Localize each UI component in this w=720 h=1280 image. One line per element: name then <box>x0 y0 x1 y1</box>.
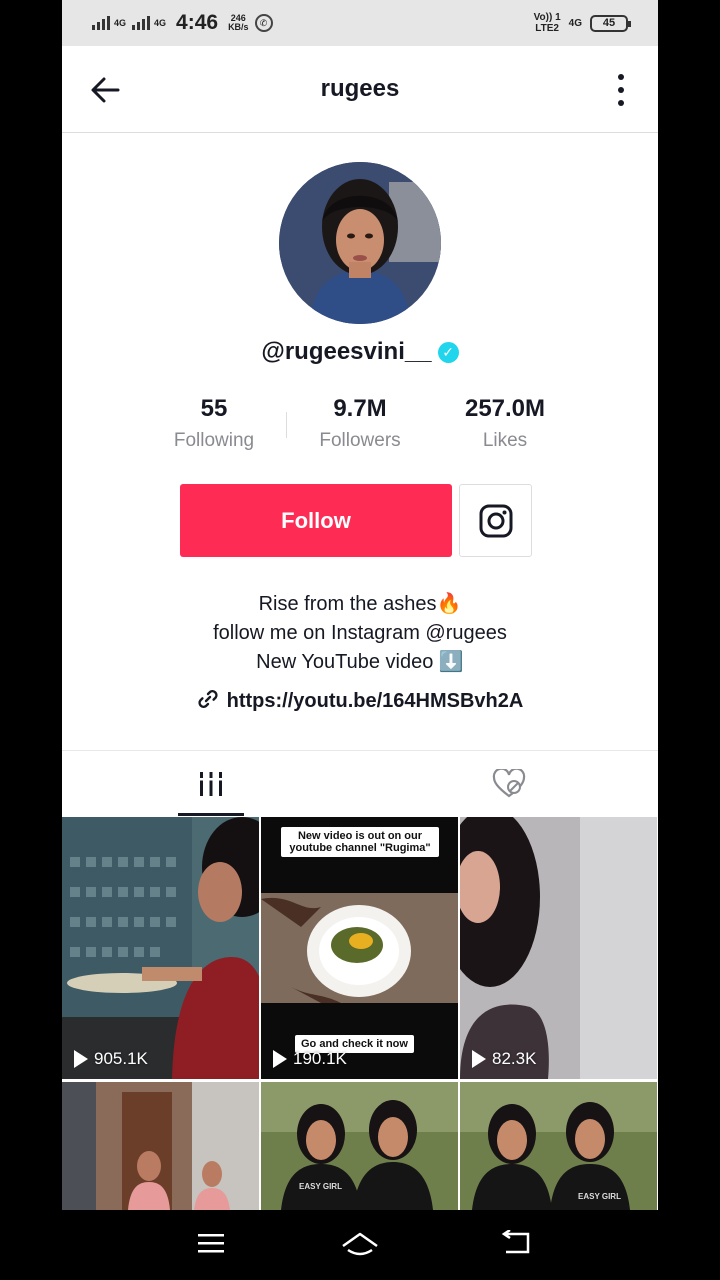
username-text: @rugeesvini__ <box>261 338 432 365</box>
battery-icon: 45 <box>590 14 631 32</box>
view-count-text: 190.1K <box>293 1049 347 1068</box>
video-thumbnail[interactable]: EASY GIRL <box>460 1082 657 1210</box>
menu-icon[interactable] <box>196 1230 236 1260</box>
profile-tabs <box>62 750 658 816</box>
profile-stats: 55 Following 9.7M Followers 257.0M Likes <box>62 392 658 462</box>
likes-count: 257.0M <box>464 395 546 422</box>
video-thumbnail[interactable]: 905.1K <box>62 817 259 1079</box>
shirt-print: EASY GIRL <box>299 1182 342 1191</box>
volte-indicator: Vo)) 1 LTE2 <box>534 12 561 34</box>
view-count: 82.3K <box>472 1049 536 1069</box>
tab-liked[interactable] <box>360 751 658 817</box>
speed-unit: KB/s <box>228 22 249 32</box>
network-speed: 246 KB/s <box>228 14 249 32</box>
instagram-button[interactable] <box>459 484 532 557</box>
link-text: https://youtu.be/164HMSBvh2A <box>226 690 524 712</box>
video-thumbnail[interactable]: EASY GIRL <box>261 1082 458 1210</box>
page-title: rugees <box>320 75 400 102</box>
follow-button[interactable]: Follow <box>180 484 452 557</box>
status-left: 4G 4G 4:46 246 KB/s ✆ <box>92 11 273 35</box>
following-count: 55 <box>200 395 228 422</box>
view-count: 190.1K <box>273 1049 347 1069</box>
following-label: Following <box>173 430 255 451</box>
signal-icon-2 <box>132 16 151 30</box>
back-nav-icon[interactable] <box>500 1228 540 1260</box>
video-caption-top: New video is out on our youtube channel … <box>281 827 439 857</box>
whatsapp-icon: ✆ <box>254 14 273 32</box>
clock: 4:46 <box>176 11 219 34</box>
view-count-text: 82.3K <box>492 1049 537 1068</box>
avatar[interactable] <box>279 162 441 324</box>
play-icon <box>74 1050 88 1068</box>
lte-label: LTE2 <box>535 23 559 34</box>
bio-line-2: follow me on Instagram @rugees <box>213 622 507 644</box>
profile-header: rugees <box>62 46 658 133</box>
bio-line-1: Rise from the ashes🔥 <box>258 593 462 615</box>
instagram-icon <box>479 504 512 537</box>
network-type-3: 4G <box>568 17 582 29</box>
videos-grid-icon <box>198 772 224 796</box>
verified-badge-icon: ✓ <box>437 342 459 363</box>
stat-likes: 257.0M Likes <box>430 392 580 452</box>
back-arrow-icon[interactable] <box>88 73 122 107</box>
network-type-1: 4G <box>114 18 127 28</box>
volte-label: Vo)) 1 <box>533 12 561 23</box>
more-options-icon[interactable] <box>614 74 628 106</box>
signal-icon <box>92 16 110 30</box>
view-count-text: 905.1K <box>94 1049 148 1068</box>
video-thumbnail[interactable] <box>62 1082 259 1210</box>
status-bar: 4G 4G 4:46 246 KB/s ✆ Vo)) 1 LTE2 4G 45 <box>62 0 658 46</box>
shirt-print: EASY GIRL <box>578 1192 621 1201</box>
status-right: Vo)) 1 LTE2 4G 45 <box>534 12 631 34</box>
battery-level: 45 <box>602 17 616 29</box>
stat-following[interactable]: 55 Following <box>139 392 289 452</box>
network-type-2: 4G <box>154 18 167 28</box>
hidden-liked-heart-icon <box>492 769 526 798</box>
link-icon <box>198 690 218 708</box>
profile-link[interactable]: https://youtu.be/164HMSBvh2A <box>62 688 658 713</box>
likes-label: Likes <box>482 430 528 451</box>
app-screen: 4G 4G 4:46 246 KB/s ✆ Vo)) 1 LTE2 4G 45 … <box>62 0 658 1210</box>
stat-followers[interactable]: 9.7M Followers <box>285 392 435 452</box>
system-nav-bar <box>0 1210 720 1280</box>
home-icon[interactable] <box>340 1230 380 1260</box>
video-thumbnail[interactable]: 82.3K <box>460 817 657 1079</box>
profile-bio: Rise from the ashes🔥 follow me on Instag… <box>62 590 658 677</box>
tab-videos[interactable] <box>62 751 360 817</box>
play-icon <box>472 1050 486 1068</box>
followers-label: Followers <box>319 430 401 451</box>
view-count: 905.1K <box>74 1049 148 1069</box>
tab-active-indicator <box>178 813 244 816</box>
bio-line-3: New YouTube video ⬇️ <box>256 651 464 673</box>
play-icon <box>273 1050 287 1068</box>
profile-username: @rugeesvini__ ✓ <box>62 338 658 366</box>
video-thumbnail[interactable]: New video is out on our youtube channel … <box>261 817 458 1079</box>
followers-count: 9.7M <box>333 395 387 422</box>
